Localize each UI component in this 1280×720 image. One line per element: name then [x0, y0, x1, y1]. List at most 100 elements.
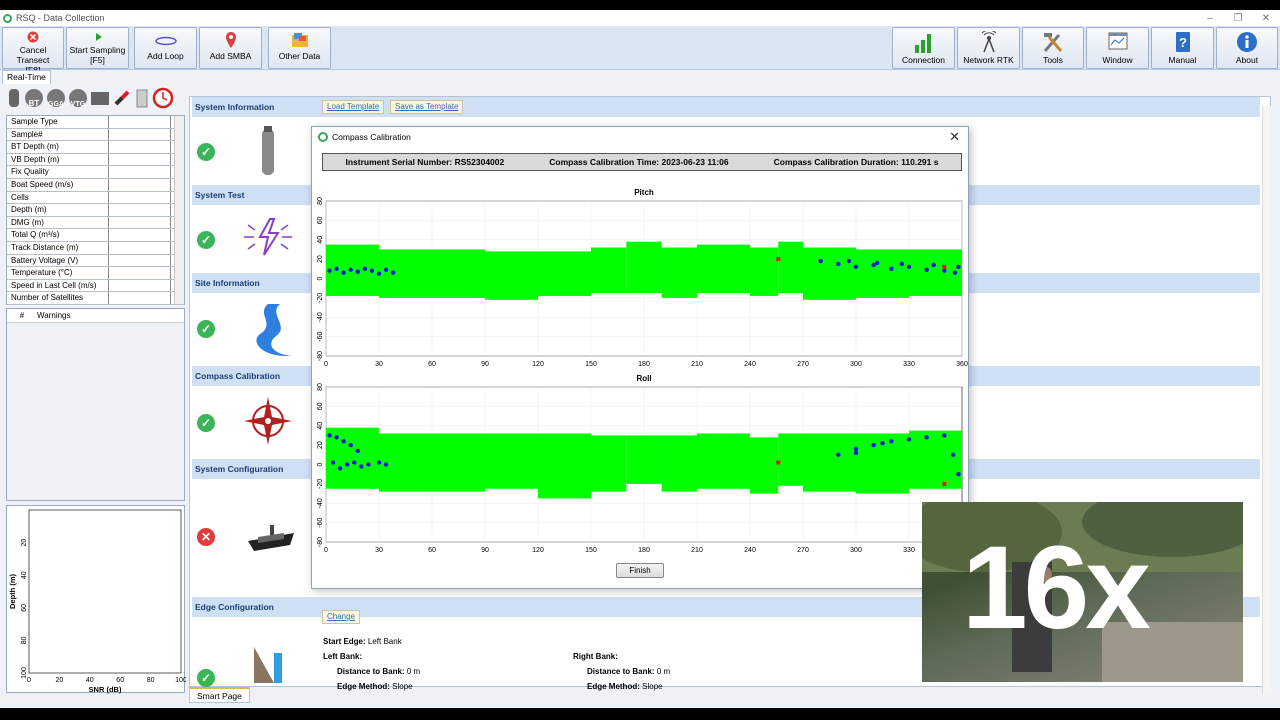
- x-tick-label: 360: [956, 361, 968, 368]
- minimize-icon[interactable]: –: [1196, 13, 1224, 24]
- table-row-value: [109, 254, 171, 267]
- finish-button[interactable]: Finish: [616, 563, 664, 578]
- right-method-row: Edge Method: Slope: [587, 682, 663, 691]
- table-row-value: [109, 191, 171, 204]
- right-method-label: Edge Method:: [587, 682, 640, 691]
- site-information-check-icon: ✓: [197, 320, 215, 338]
- main-scrollbar[interactable]: [1262, 106, 1271, 694]
- connection-button[interactable]: Connection: [892, 27, 955, 69]
- snr-y-tick-label: 40: [21, 571, 28, 579]
- boat-icon: [248, 525, 294, 551]
- timer-icon: [152, 87, 174, 109]
- add-smba-button[interactable]: Add SMBA: [199, 27, 262, 69]
- table-row: Track Distance (m): [7, 241, 184, 255]
- dialog-title: Compass Calibration: [332, 132, 411, 142]
- table-row-label: Total Q (m³/s): [7, 229, 109, 241]
- edge-configuration-check-icon: ✓: [197, 669, 215, 687]
- marker-point: [776, 257, 781, 262]
- x-tick-label: 150: [585, 361, 597, 368]
- coverage-band-segment: [485, 251, 538, 300]
- snr-y-tick-label: 80: [21, 636, 28, 644]
- right-bank-title: Right Bank:: [573, 652, 618, 661]
- app-logo-icon: [3, 13, 12, 23]
- system-configuration-title: System Configuration: [195, 464, 284, 474]
- left-method-label: Edge Method:: [337, 682, 390, 691]
- gga-label: GGA: [48, 101, 64, 108]
- data-point: [362, 266, 368, 272]
- snr-x-tick-label: 80: [147, 677, 155, 684]
- table-row: Cells: [7, 191, 184, 205]
- tools-button[interactable]: Tools: [1022, 27, 1084, 69]
- data-point: [956, 471, 961, 477]
- compass-calibration-title: Compass Calibration: [195, 371, 281, 381]
- dialog-close-icon[interactable]: ✕: [949, 129, 960, 145]
- x-tick-label: 300: [850, 361, 862, 368]
- right-distance-value: 0 m: [656, 667, 671, 676]
- x-tick-label: 90: [481, 361, 489, 368]
- about-button[interactable]: About: [1216, 27, 1278, 69]
- x-tick-label: 120: [532, 361, 544, 368]
- snr-x-tick-label: 100: [175, 677, 186, 684]
- other-data-button[interactable]: Other Data: [268, 27, 331, 69]
- lightning-icon: [244, 218, 292, 256]
- data-point: [383, 267, 389, 272]
- table-row-label: Number of Satellites: [7, 292, 109, 304]
- save-template-button[interactable]: Save as Template: [390, 100, 464, 114]
- y-tick-label: -20: [317, 479, 324, 489]
- tab-smart-page[interactable]: Smart Page: [189, 687, 250, 703]
- table-row-label: BT Depth (m): [7, 141, 109, 153]
- video-overlay-thumbnail: 16x: [922, 502, 1243, 682]
- y-tick-label: -80: [317, 537, 324, 547]
- left-bank-label: Left Bank:: [323, 652, 363, 661]
- load-template-button[interactable]: Load Template: [322, 100, 385, 114]
- calibration-charts: Pitch806040200-20-40-60-800 30 60 90 120 150 1…: [317, 188, 968, 554]
- restore-icon[interactable]: ❐: [1224, 13, 1252, 24]
- start-sampling-button[interactable]: Start Sampling [F5]: [66, 27, 129, 69]
- coverage-band-segment: [750, 247, 779, 296]
- data-point: [334, 435, 339, 440]
- cancel-transect-button[interactable]: Cancel Transect [F8]: [2, 27, 64, 75]
- info-icon: [1237, 32, 1257, 52]
- tab-real-time[interactable]: Real-Time: [2, 70, 51, 84]
- x-tick-label: 60: [428, 361, 436, 368]
- table-row: VB Depth (m): [7, 153, 184, 167]
- start-edge-row: Start Edge: Left Bank: [323, 637, 402, 646]
- data-point: [880, 440, 885, 446]
- playback-speed-text: 16x: [962, 522, 1151, 654]
- folder-icon: [291, 33, 308, 47]
- x-tick-label: 180: [638, 361, 650, 368]
- loop-icon: [154, 36, 177, 46]
- y-tick-label: 20: [317, 255, 324, 263]
- table-scrollbar[interactable]: [174, 116, 184, 304]
- data-point: [355, 269, 360, 274]
- right-method-value: Slope: [642, 682, 663, 691]
- x-tick-label: 60: [428, 547, 436, 554]
- y-tick-label: 0: [317, 462, 324, 466]
- close-window-icon[interactable]: ✕: [1252, 13, 1280, 24]
- about-label: About: [1235, 55, 1259, 65]
- dialog-title-bar: Compass Calibration ✕: [312, 127, 968, 147]
- snr-y-tick-label: 60: [21, 604, 28, 612]
- table-row-label: DMG (m): [7, 216, 109, 229]
- table-row-value: [109, 241, 171, 254]
- window-button[interactable]: Window: [1086, 27, 1149, 69]
- marker-point: [942, 481, 947, 486]
- table-row-label: Depth (m): [7, 204, 109, 216]
- add-loop-button[interactable]: Add Loop: [134, 27, 197, 69]
- left-bank-title: Left Bank:: [323, 652, 362, 661]
- table-row: Number of Satellites: [7, 292, 184, 305]
- change-edge-button[interactable]: Change: [322, 610, 361, 624]
- data-point: [376, 460, 382, 465]
- network-rtk-button[interactable]: Network RTK: [957, 27, 1020, 69]
- edge-configuration-title: Edge Configuration: [195, 602, 274, 612]
- data-point: [390, 270, 396, 275]
- table-row: Battery Voltage (V): [7, 254, 184, 268]
- y-tick-label: 20: [317, 441, 324, 449]
- left-panel: BT GGA VTG Sample Type Sample# BT Depth (m…: [4, 86, 187, 696]
- table-row-label: Sample#: [7, 128, 109, 141]
- data-point: [359, 464, 364, 469]
- calibration-time: Compass Calibration Time: 2023-06-23 11:…: [549, 157, 729, 167]
- left-distance-label: Distance to Bank:: [337, 667, 405, 676]
- manual-button[interactable]: ? Manual: [1151, 27, 1214, 69]
- data-point: [348, 442, 353, 448]
